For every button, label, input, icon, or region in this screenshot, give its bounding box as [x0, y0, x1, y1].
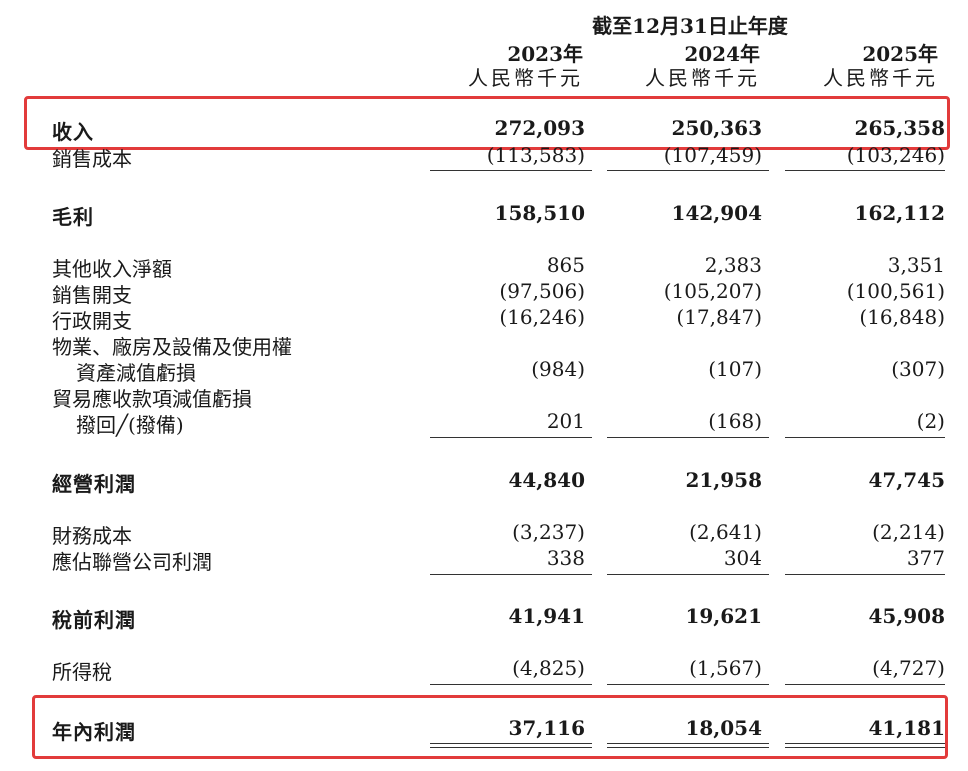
value-profit-before-tax-2024: 19,621	[685, 604, 762, 628]
value-income-tax-2024: (1,567)	[689, 656, 762, 680]
row-label-selling-expenses: 銷售開支	[52, 283, 132, 307]
value-receivables-impairment-2025: (2)	[916, 409, 945, 433]
subtotal-rule	[785, 574, 945, 575]
value-selling-expenses-2023: (97,506)	[499, 279, 585, 303]
value-ppe-impairment-2025: (307)	[891, 357, 945, 381]
value-other-income-2025: 3,351	[887, 253, 945, 277]
subtotal-rule	[607, 437, 769, 438]
value-finance-costs-2025: (2,214)	[872, 520, 945, 544]
total-double-rule	[785, 743, 945, 748]
value-associates-profit-2023: 338	[546, 546, 585, 570]
row-label-receivables-impairment: 貿易應收款項減值虧損	[52, 387, 252, 411]
value-admin-expenses-2023: (16,246)	[499, 305, 585, 329]
value-selling-expenses-2025: (100,561)	[846, 279, 945, 303]
value-profit-for-year-2025: 41,181	[868, 716, 945, 740]
subtotal-rule	[430, 684, 592, 685]
value-revenue-2023: 272,093	[494, 116, 585, 140]
unit-header-2025: 人民幣千元	[823, 66, 938, 90]
total-double-rule	[607, 743, 769, 748]
value-operating-profit-2025: 47,745	[868, 468, 945, 492]
subtotal-rule	[607, 684, 769, 685]
total-double-rule	[430, 743, 592, 748]
value-income-tax-2025: (4,727)	[872, 656, 945, 680]
value-associates-profit-2025: 377	[906, 546, 945, 570]
row-label-gross-profit: 毛利	[52, 205, 94, 229]
value-cost-of-sales-2024: (107,459)	[663, 143, 762, 167]
subtotal-rule	[785, 684, 945, 685]
value-operating-profit-2023: 44,840	[508, 468, 585, 492]
value-cost-of-sales-2023: (113,583)	[486, 143, 585, 167]
value-profit-before-tax-2023: 41,941	[508, 604, 585, 628]
row-label-finance-costs: 財務成本	[52, 524, 132, 548]
value-finance-costs-2023: (3,237)	[512, 520, 585, 544]
value-ppe-impairment-2023: (984)	[531, 357, 585, 381]
value-profit-for-year-2024: 18,054	[685, 716, 762, 740]
row-label-cost-of-sales: 銷售成本	[52, 147, 132, 171]
subtotal-rule	[430, 437, 592, 438]
value-cost-of-sales-2025: (103,246)	[846, 143, 945, 167]
value-selling-expenses-2024: (105,207)	[663, 279, 762, 303]
row-label-receivables-impairment-cont: 撥回╱(撥備)	[76, 413, 184, 437]
row-label-ppe-impairment-cont: 資產減值虧損	[76, 361, 196, 385]
unit-header-2024: 人民幣千元	[645, 66, 760, 90]
value-income-tax-2023: (4,825)	[512, 656, 585, 680]
row-label-ppe-impairment: 物業、廠房及設備及使用權	[52, 335, 292, 359]
row-label-operating-profit: 經營利潤	[52, 472, 136, 496]
subtotal-rule	[430, 170, 592, 171]
subtotal-rule	[785, 170, 945, 171]
row-label-income-tax: 所得稅	[52, 660, 112, 684]
value-gross-profit-2024: 142,904	[671, 201, 762, 225]
value-revenue-2024: 250,363	[671, 116, 762, 140]
row-label-admin-expenses: 行政開支	[52, 309, 132, 333]
value-other-income-2023: 865	[546, 253, 585, 277]
value-other-income-2024: 2,383	[704, 253, 762, 277]
value-operating-profit-2024: 21,958	[685, 468, 762, 492]
value-gross-profit-2025: 162,112	[854, 201, 945, 225]
subtotal-rule	[785, 437, 945, 438]
value-gross-profit-2023: 158,510	[494, 201, 585, 225]
value-revenue-2025: 265,358	[854, 116, 945, 140]
period-header: 截至12月31日止年度	[592, 14, 788, 38]
value-receivables-impairment-2024: (168)	[708, 409, 762, 433]
value-finance-costs-2024: (2,641)	[689, 520, 762, 544]
subtotal-rule	[607, 170, 769, 171]
value-ppe-impairment-2024: (107)	[708, 357, 762, 381]
subtotal-rule	[607, 574, 769, 575]
row-label-associates-profit: 應佔聯營公司利潤	[52, 550, 212, 574]
value-profit-for-year-2023: 37,116	[508, 716, 585, 740]
value-profit-before-tax-2025: 45,908	[868, 604, 945, 628]
subtotal-rule	[430, 574, 592, 575]
value-associates-profit-2024: 304	[723, 546, 762, 570]
row-label-revenue: 收入	[52, 120, 94, 144]
value-receivables-impairment-2023: 201	[546, 409, 585, 433]
row-label-profit-before-tax: 稅前利潤	[52, 608, 136, 632]
unit-header-2023: 人民幣千元	[468, 66, 583, 90]
row-label-other-income: 其他收入淨額	[52, 257, 172, 281]
row-label-profit-for-year: 年內利潤	[52, 720, 136, 744]
value-admin-expenses-2025: (16,848)	[859, 305, 945, 329]
value-admin-expenses-2024: (17,847)	[676, 305, 762, 329]
